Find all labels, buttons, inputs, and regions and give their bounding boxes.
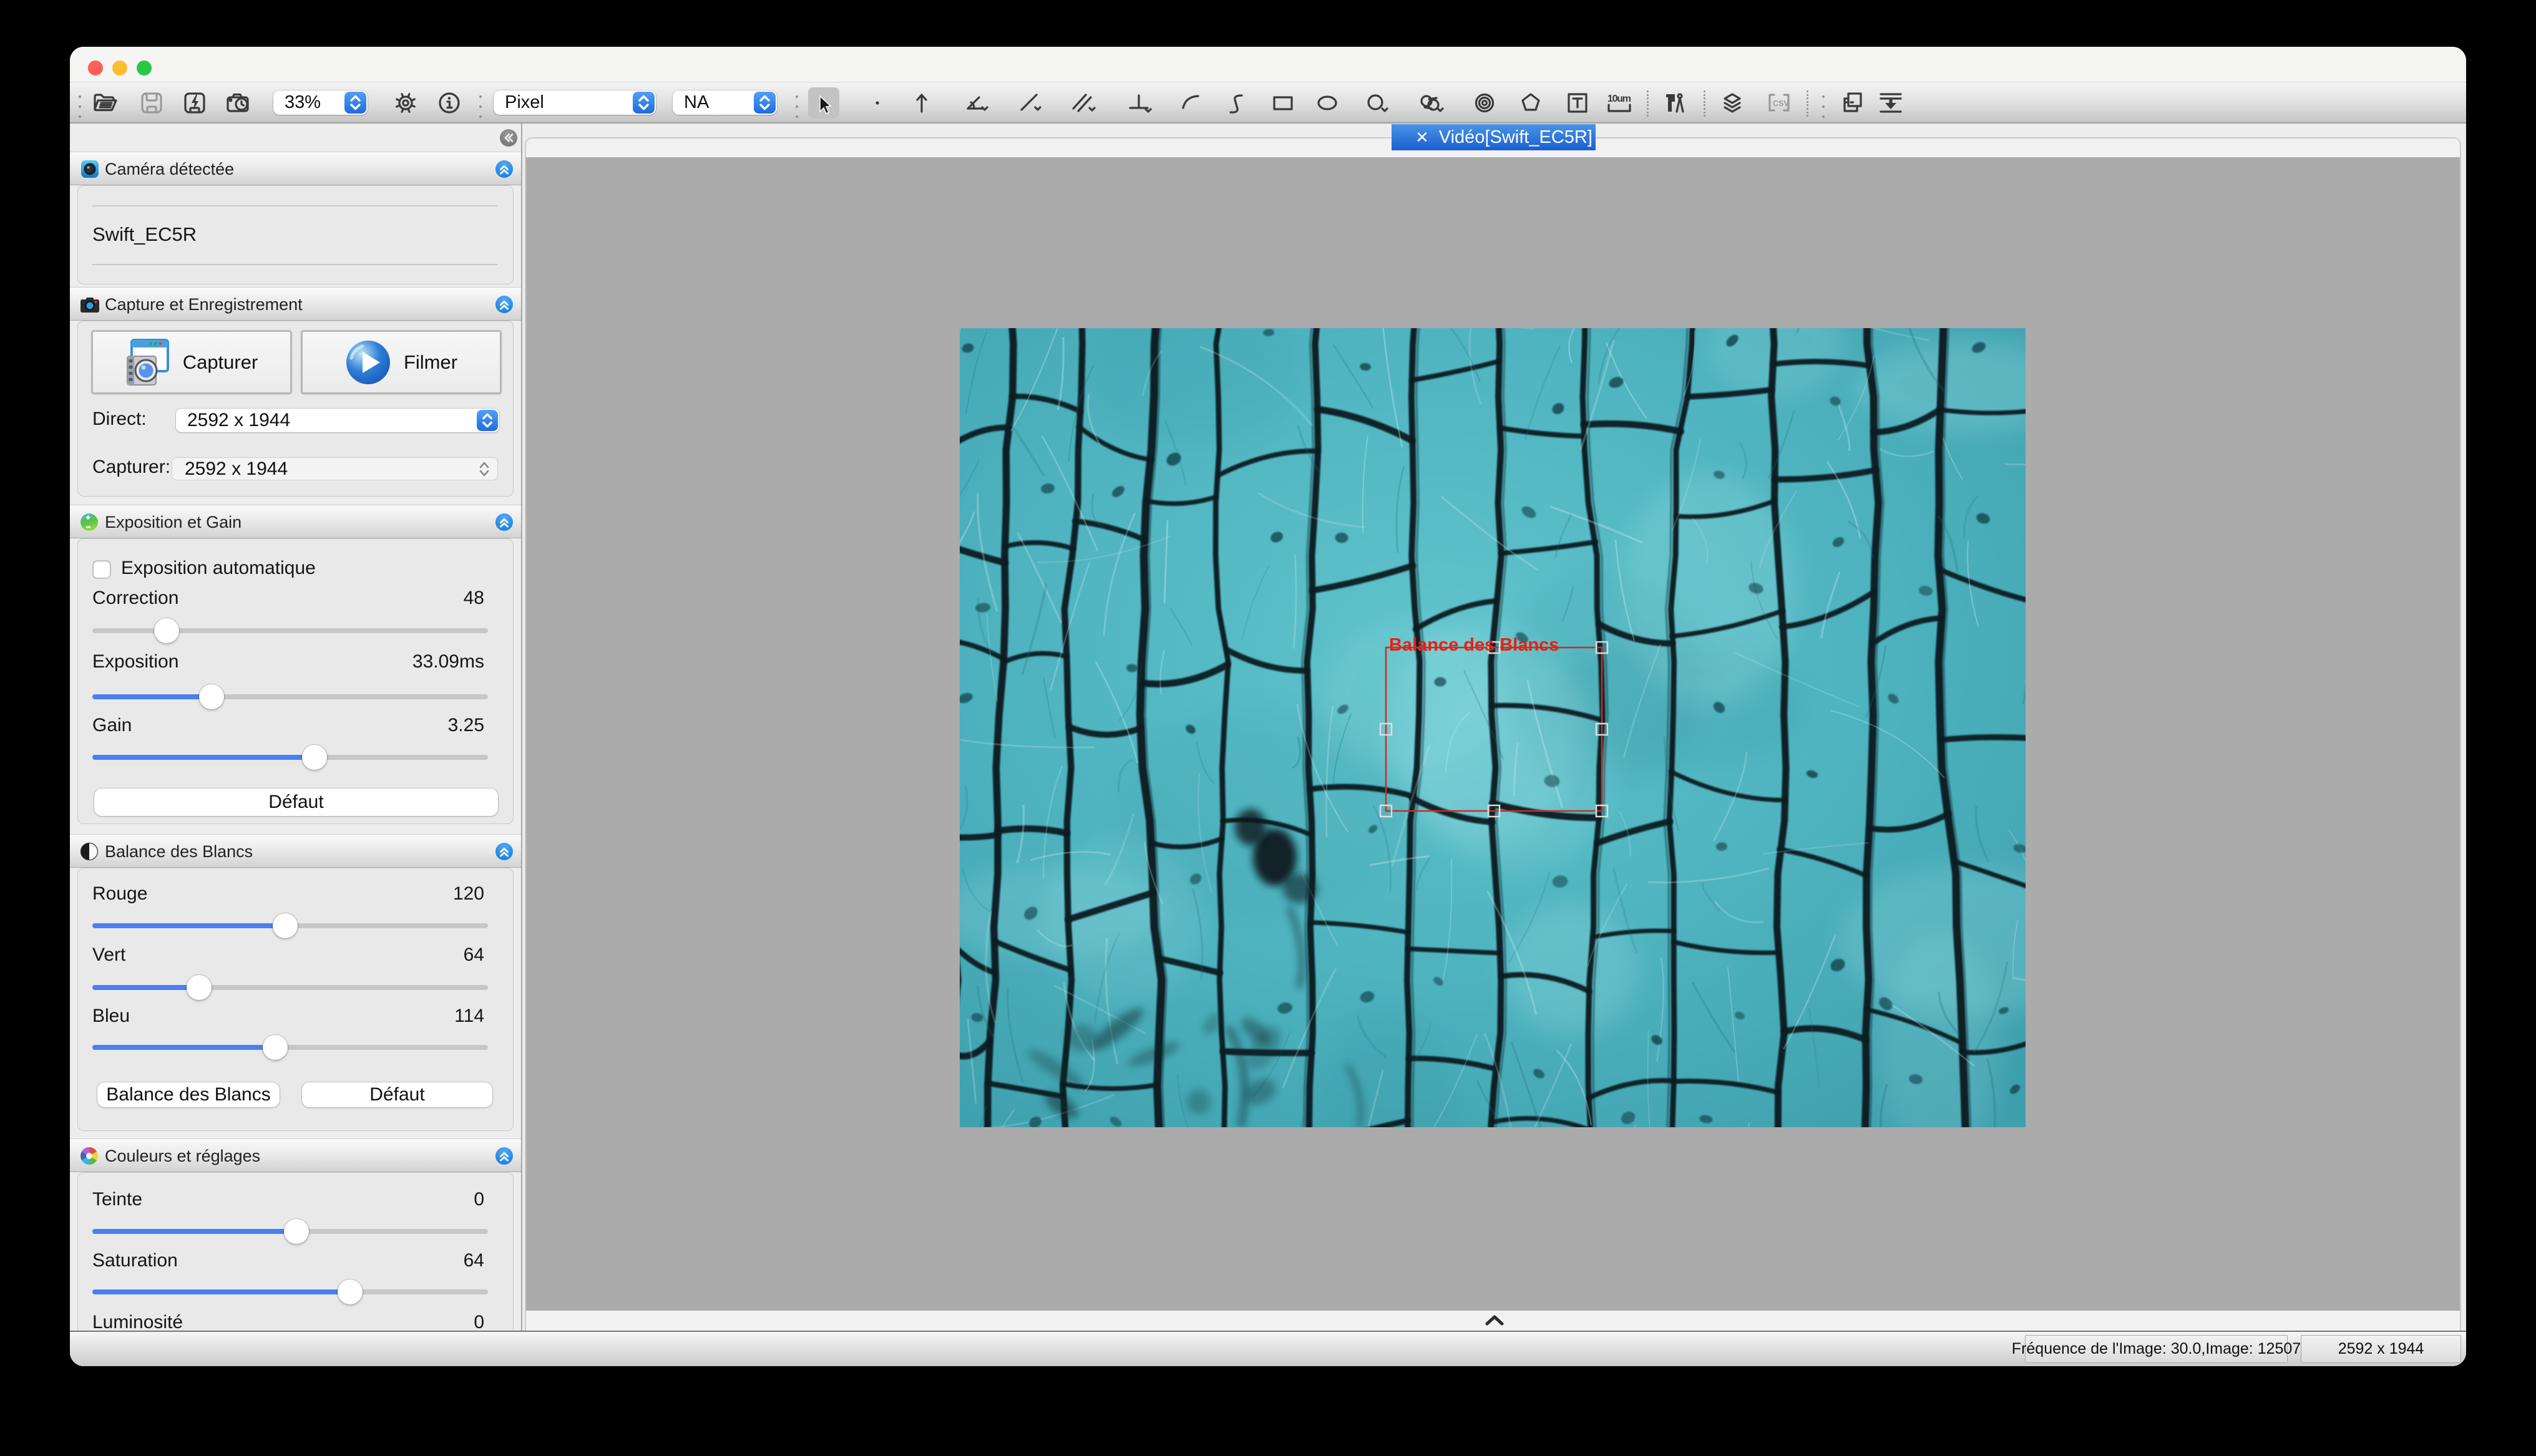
svg-text:CSV: CSV	[1773, 99, 1789, 108]
svg-text:10um: 10um	[1607, 94, 1631, 104]
svg-text:Balance des Blancs: Balance des Blancs	[1389, 635, 1559, 655]
